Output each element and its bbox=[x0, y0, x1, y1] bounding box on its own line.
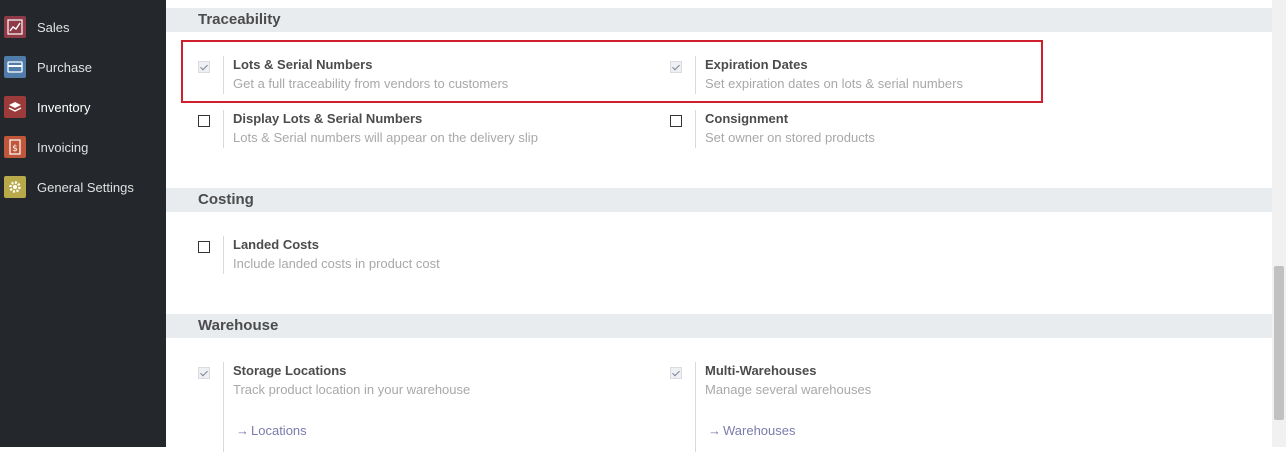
sales-chart-icon bbox=[4, 16, 26, 38]
setting-title: Consignment bbox=[705, 111, 789, 126]
sidebar-item-purchase[interactable]: Purchase bbox=[0, 47, 166, 87]
section-title: Costing bbox=[198, 191, 254, 208]
section-header-warehouse: Warehouse bbox=[166, 314, 1272, 338]
arrow-right-icon: → bbox=[708, 423, 721, 438]
setting-display-lots-serial: Display Lots & Serial Numbers Lots & Ser… bbox=[198, 110, 638, 158]
invoice-dollar-icon: $ bbox=[4, 136, 26, 158]
setting-title: Multi-Warehouses bbox=[705, 363, 817, 378]
display-lots-checkbox[interactable] bbox=[198, 115, 210, 127]
section-title: Traceability bbox=[198, 11, 281, 28]
setting-title: Expiration Dates bbox=[705, 57, 808, 72]
app-sidebar: Sales Purchase Inventory $ Invoicing Gen… bbox=[0, 0, 166, 447]
setting-title: Lots & Serial Numbers bbox=[233, 57, 373, 72]
setting-description: Manage several warehouses bbox=[705, 382, 872, 397]
setting-divider bbox=[223, 56, 224, 94]
section-header-costing: Costing bbox=[166, 188, 1272, 212]
multi-warehouses-checkbox[interactable] bbox=[670, 367, 682, 379]
setting-multi-warehouses: Multi-Warehouses Manage several warehous… bbox=[670, 362, 1110, 452]
setting-description: Set owner on stored products bbox=[705, 130, 875, 145]
inventory-boxes-icon bbox=[4, 96, 26, 118]
setting-expiration-dates: Expiration Dates Set expiration dates on… bbox=[670, 56, 1110, 104]
setting-description: Set expiration dates on lots & serial nu… bbox=[705, 76, 963, 91]
expiration-dates-checkbox[interactable] bbox=[670, 61, 682, 73]
warehouses-link[interactable]: → Warehouses bbox=[708, 423, 796, 438]
link-label: Locations bbox=[251, 423, 307, 438]
setting-divider bbox=[695, 362, 696, 452]
setting-divider bbox=[223, 110, 224, 148]
section-header-traceability: Traceability bbox=[166, 8, 1272, 32]
setting-title: Landed Costs bbox=[233, 237, 319, 252]
scrollbar-thumb[interactable] bbox=[1274, 266, 1284, 420]
sidebar-item-sales[interactable]: Sales bbox=[0, 7, 166, 47]
sidebar-item-general-settings[interactable]: General Settings bbox=[0, 167, 166, 207]
setting-divider bbox=[695, 110, 696, 148]
lots-serial-checkbox[interactable] bbox=[198, 61, 210, 73]
locations-link[interactable]: → Locations bbox=[236, 423, 307, 438]
setting-description: Lots & Serial numbers will appear on the… bbox=[233, 130, 538, 145]
setting-divider bbox=[695, 56, 696, 94]
setting-landed-costs: Landed Costs Include landed costs in pro… bbox=[198, 236, 638, 284]
setting-storage-locations: Storage Locations Track product location… bbox=[198, 362, 638, 452]
svg-text:$: $ bbox=[12, 144, 18, 154]
sidebar-item-invoicing[interactable]: $ Invoicing bbox=[0, 127, 166, 167]
sidebar-item-label: General Settings bbox=[37, 179, 134, 195]
sidebar-item-label: Invoicing bbox=[37, 139, 89, 155]
setting-description: Include landed costs in product cost bbox=[233, 256, 440, 271]
setting-description: Get a full traceability from vendors to … bbox=[233, 76, 509, 91]
consignment-checkbox[interactable] bbox=[670, 115, 682, 127]
purchase-card-icon bbox=[4, 56, 26, 78]
arrow-right-icon: → bbox=[236, 423, 249, 438]
landed-costs-checkbox[interactable] bbox=[198, 241, 210, 253]
setting-consignment: Consignment Set owner on stored products bbox=[670, 110, 1110, 158]
setting-description: Track product location in your warehouse bbox=[233, 382, 471, 397]
setting-title: Display Lots & Serial Numbers bbox=[233, 111, 423, 126]
gear-icon bbox=[4, 176, 26, 198]
sidebar-item-label: Inventory bbox=[37, 99, 91, 115]
setting-divider bbox=[223, 236, 224, 274]
section-title: Warehouse bbox=[198, 317, 279, 334]
sidebar-item-inventory[interactable]: Inventory bbox=[0, 87, 166, 127]
sidebar-item-label: Sales bbox=[37, 19, 70, 35]
setting-divider bbox=[223, 362, 224, 452]
link-label: Warehouses bbox=[723, 423, 796, 438]
sidebar-item-label: Purchase bbox=[37, 59, 92, 75]
setting-title: Storage Locations bbox=[233, 363, 347, 378]
setting-lots-serial-numbers: Lots & Serial Numbers Get a full traceab… bbox=[198, 56, 638, 104]
storage-locations-checkbox[interactable] bbox=[198, 367, 210, 379]
